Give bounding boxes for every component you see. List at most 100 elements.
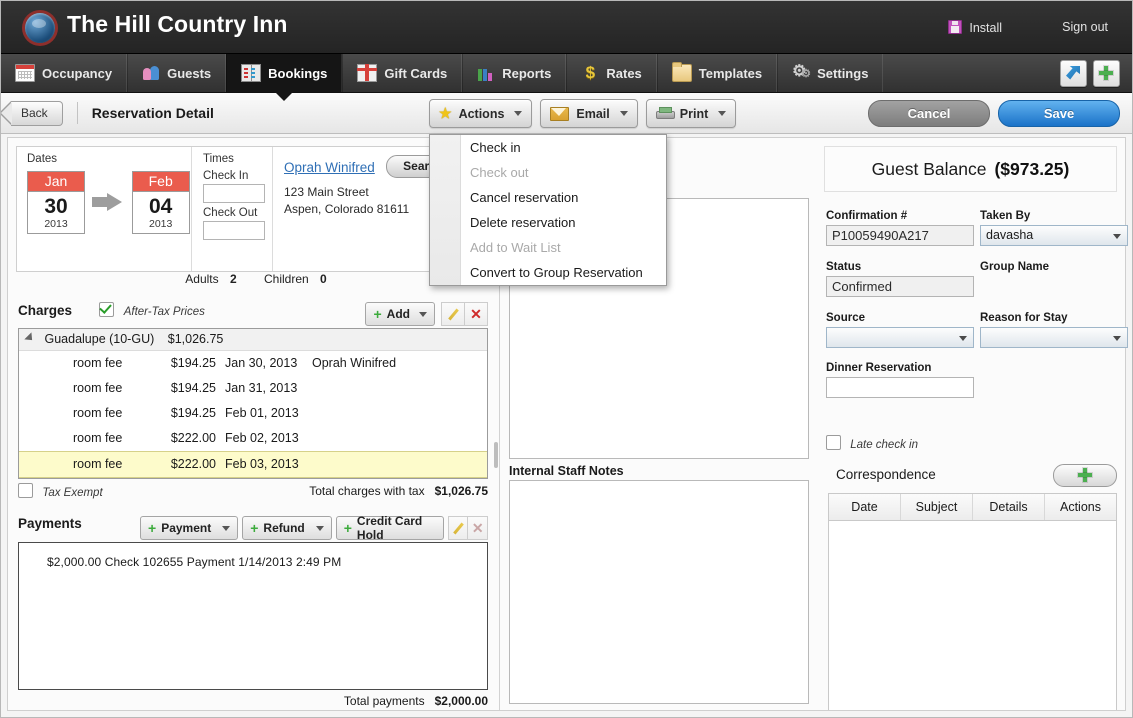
check-out-time-input[interactable] [203, 221, 265, 240]
group-name-field: Group Name [980, 261, 1049, 273]
late-check-in-checkbox[interactable]: Late check in [826, 435, 918, 451]
guest-balance-bar: Guest Balance ($973.25) [824, 146, 1117, 192]
nav-tab-bookings[interactable]: Bookings [226, 54, 343, 101]
back-button[interactable]: Back [1, 100, 63, 126]
add-correspondence-button[interactable] [1053, 464, 1117, 487]
top-header-bar: The Hill Country Inn Install Sign out [1, 1, 1132, 54]
people-icon [142, 65, 160, 81]
add-charge-button[interactable]: + Add [365, 302, 435, 326]
check-in-date-box[interactable]: Jan 30 2013 [27, 171, 85, 234]
plus-icon: + [373, 306, 382, 322]
checkbox-icon [826, 435, 841, 450]
edit-charge-button[interactable] [441, 302, 465, 326]
plus-icon: + [250, 520, 259, 536]
adults-value: 2 [229, 272, 237, 286]
after-tax-prices-label: After-Tax Prices [123, 306, 205, 318]
check-in-time-input[interactable] [203, 184, 265, 203]
gear-icon [792, 61, 811, 81]
scrollbar-thumb[interactable] [494, 442, 498, 468]
times-section: Times Check In Check Out [193, 147, 273, 271]
dinner-reservation-input[interactable] [826, 377, 974, 398]
menu-item-cancel-reservation[interactable]: Cancel reservation [430, 185, 666, 210]
charges-title: Charges [18, 303, 73, 318]
after-tax-prices-checkbox[interactable]: After-Tax Prices [99, 302, 205, 318]
menu-item-add-to-wait-list: Add to Wait List [470, 240, 561, 255]
cancel-button[interactable]: Cancel [868, 99, 990, 127]
save-button[interactable]: Save [998, 99, 1120, 127]
page-title: Reservation Detail [76, 102, 214, 124]
taken-by-select[interactable]: davasha [980, 225, 1128, 246]
charges-total-value: $1,026.75 [434, 484, 488, 498]
nav-tab-occupancy[interactable]: Occupancy [1, 54, 128, 92]
source-select[interactable] [826, 327, 974, 348]
email-label: Email [576, 106, 610, 121]
payments-total-label: Total payments [343, 694, 425, 708]
actions-label: Actions [458, 106, 505, 121]
guest-name-link[interactable]: Oprah Winifred [284, 160, 375, 175]
internal-staff-notes-textarea[interactable] [509, 480, 809, 704]
adults-count: Adults 2 [177, 272, 236, 286]
confirmation-label: Confirmation # [826, 210, 908, 222]
close-icon: ✕ [470, 305, 482, 322]
nav-tab-label: Rates [606, 65, 642, 81]
nav-tab-rates[interactable]: $ Rates [566, 54, 657, 92]
add-payment-button[interactable]: + Payment [140, 516, 239, 540]
charge-date: Jan 30, 2013 [225, 356, 298, 370]
nav-tab-gift-cards[interactable]: Gift Cards [342, 54, 463, 92]
floppy-disk-icon [948, 20, 963, 34]
table-row[interactable]: room fee $222.00 Feb 03, 2013 [19, 451, 487, 478]
check-out-time-label: Check Out [203, 207, 258, 219]
table-row[interactable]: room fee $194.25 Jan 30, 2013 Oprah Wini… [19, 351, 487, 376]
charge-amount: $194.25 [170, 406, 216, 420]
occupancy-counts: Adults 2 Children 0 [16, 272, 488, 286]
status-input: Confirmed [826, 276, 974, 297]
dates-times-guest-card: Dates Jan 30 2013 Feb 04 2013 Times Chec… [16, 146, 490, 272]
source-field: Source [826, 312, 974, 348]
internal-staff-notes-label: Internal Staff Notes [509, 464, 624, 478]
check-out-date-box[interactable]: Feb 04 2013 [131, 171, 190, 234]
delete-charge-button[interactable]: ✕ [465, 302, 488, 326]
confirmation-input[interactable]: P10059490A217 [826, 225, 974, 246]
column-header-details: Details [973, 494, 1045, 520]
nav-tab-settings[interactable]: Settings [777, 54, 884, 92]
nav-tab-label: Templates [698, 65, 763, 81]
check-in-time-label: Check In [203, 170, 249, 182]
menu-item-delete-reservation[interactable]: Delete reservation [430, 210, 666, 235]
table-row[interactable]: room fee $222.00 Feb 02, 2013 [19, 426, 487, 451]
list-item[interactable]: $2,000.00 Check 102655 Payment 1/14/2013… [19, 543, 487, 569]
print-button[interactable]: Print [645, 99, 737, 128]
dinner-reservation-field: Dinner Reservation [826, 362, 974, 398]
delete-payment-button: ✕ [468, 516, 488, 540]
reason-for-stay-label: Reason for Stay [980, 312, 1068, 324]
expand-collapse-icon[interactable] [24, 332, 36, 344]
menu-item-convert-to-group-reservation[interactable]: Convert to Group Reservation [430, 260, 666, 285]
tax-exempt-checkbox[interactable]: Tax Exempt [18, 483, 103, 499]
table-row[interactable]: room fee $194.25 Jan 31, 2013 [19, 376, 487, 401]
charge-description: room fee [73, 406, 123, 420]
plus-icon: + [148, 520, 157, 536]
popout-button[interactable] [1060, 59, 1087, 87]
nav-tab-label: Gift Cards [384, 65, 448, 81]
actions-button[interactable]: ★ Actions [429, 99, 533, 128]
charge-description: room fee [73, 431, 123, 445]
menu-item-check-in[interactable]: Check in [430, 135, 666, 160]
payments-list[interactable]: $2,000.00 Check 102655 Payment 1/14/2013… [18, 542, 488, 690]
tax-exempt-label: Tax Exempt [42, 487, 103, 499]
nav-tab-templates[interactable]: Templates [656, 54, 778, 92]
install-button[interactable]: Install [948, 20, 1002, 35]
add-icon [1099, 65, 1113, 80]
sign-out-link[interactable]: Sign out [1062, 20, 1108, 34]
check-out-year: 2013 [149, 218, 173, 230]
nav-tab-label: Occupancy [42, 65, 113, 81]
credit-card-hold-button[interactable]: + Credit Card Hold [335, 514, 444, 542]
reason-for-stay-select[interactable] [980, 327, 1128, 348]
confirmation-field: Confirmation # P10059490A217 [826, 210, 974, 246]
email-button[interactable]: Email [540, 99, 638, 128]
add-refund-button[interactable]: + Refund [242, 516, 332, 540]
table-row[interactable]: room fee $194.25 Feb 01, 2013 [19, 401, 487, 426]
edit-payment-button[interactable] [447, 516, 469, 540]
nav-tab-guests[interactable]: Guests [127, 54, 227, 92]
charges-group-row[interactable]: Guadalupe (10-GU) $1,026.75 [19, 329, 487, 351]
add-button[interactable] [1093, 59, 1120, 87]
nav-tab-reports[interactable]: Reports [462, 54, 567, 92]
